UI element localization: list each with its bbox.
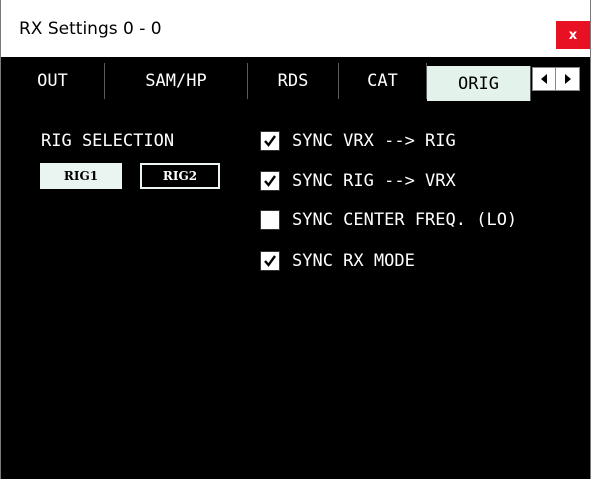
tab-sam-hp[interactable]: SAM/HP	[105, 63, 248, 99]
tab-scroll-buttons	[532, 67, 591, 91]
close-button[interactable]: x	[556, 21, 590, 49]
tab-label: SAM/HP	[145, 71, 207, 91]
tab-label: CAT	[367, 71, 398, 91]
checkmark-icon	[264, 255, 276, 267]
checkmark-icon	[264, 175, 276, 187]
arrow-right-icon	[564, 74, 571, 84]
tab-bar: OUT SAM/HP RDS CAT ORIG	[1, 61, 591, 102]
tab-label: ORIG	[458, 74, 499, 94]
tab-label: OUT	[37, 71, 68, 91]
sync-vrx-to-rig-option[interactable]: SYNC VRX --> RIG	[260, 130, 456, 152]
sync-center-freq-option[interactable]: SYNC CENTER FREQ. (LO)	[260, 209, 517, 231]
sync-rig-to-vrx-checkbox[interactable]	[260, 171, 280, 191]
sync-rig-to-vrx-option[interactable]: SYNC RIG --> VRX	[260, 170, 456, 192]
sync-rx-mode-label: SYNC RX MODE	[292, 251, 415, 271]
sync-rx-mode-option[interactable]: SYNC RX MODE	[260, 250, 415, 272]
checkmark-icon	[264, 135, 276, 147]
orig-tab-panel: RIG SELECTION RIG1 RIG2 SYNC VRX --> RIG…	[1, 101, 590, 479]
sync-vrx-to-rig-label: SYNC VRX --> RIG	[292, 131, 456, 151]
window-title: RX Settings 0 - 0	[19, 19, 162, 39]
tab-cat[interactable]: CAT	[339, 63, 427, 99]
rig1-button[interactable]: RIG1	[40, 163, 122, 189]
title-bar[interactable]: RX Settings 0 - 0 x	[1, 0, 590, 57]
sync-center-freq-checkbox[interactable]	[260, 210, 280, 230]
rx-settings-window: RX Settings 0 - 0 x OUT SAM/HP RDS CAT O…	[0, 0, 591, 479]
close-icon: x	[568, 27, 578, 43]
sync-center-freq-label: SYNC CENTER FREQ. (LO)	[292, 210, 518, 230]
tab-scroll-right-button[interactable]	[556, 67, 580, 91]
rig-selection-label: RIG SELECTION	[41, 131, 175, 151]
tab-label: RDS	[277, 71, 309, 91]
sync-rx-mode-checkbox[interactable]	[260, 251, 280, 271]
tab-orig[interactable]: ORIG	[427, 66, 531, 102]
sync-rig-to-vrx-label: SYNC RIG --> VRX	[292, 171, 456, 191]
tab-scroll-left-button[interactable]	[532, 67, 556, 91]
arrow-left-icon	[541, 74, 547, 84]
tab-rds[interactable]: RDS	[248, 63, 339, 99]
sync-vrx-to-rig-checkbox[interactable]	[260, 131, 280, 151]
rig2-button[interactable]: RIG2	[140, 163, 220, 189]
tab-out[interactable]: OUT	[1, 63, 105, 99]
